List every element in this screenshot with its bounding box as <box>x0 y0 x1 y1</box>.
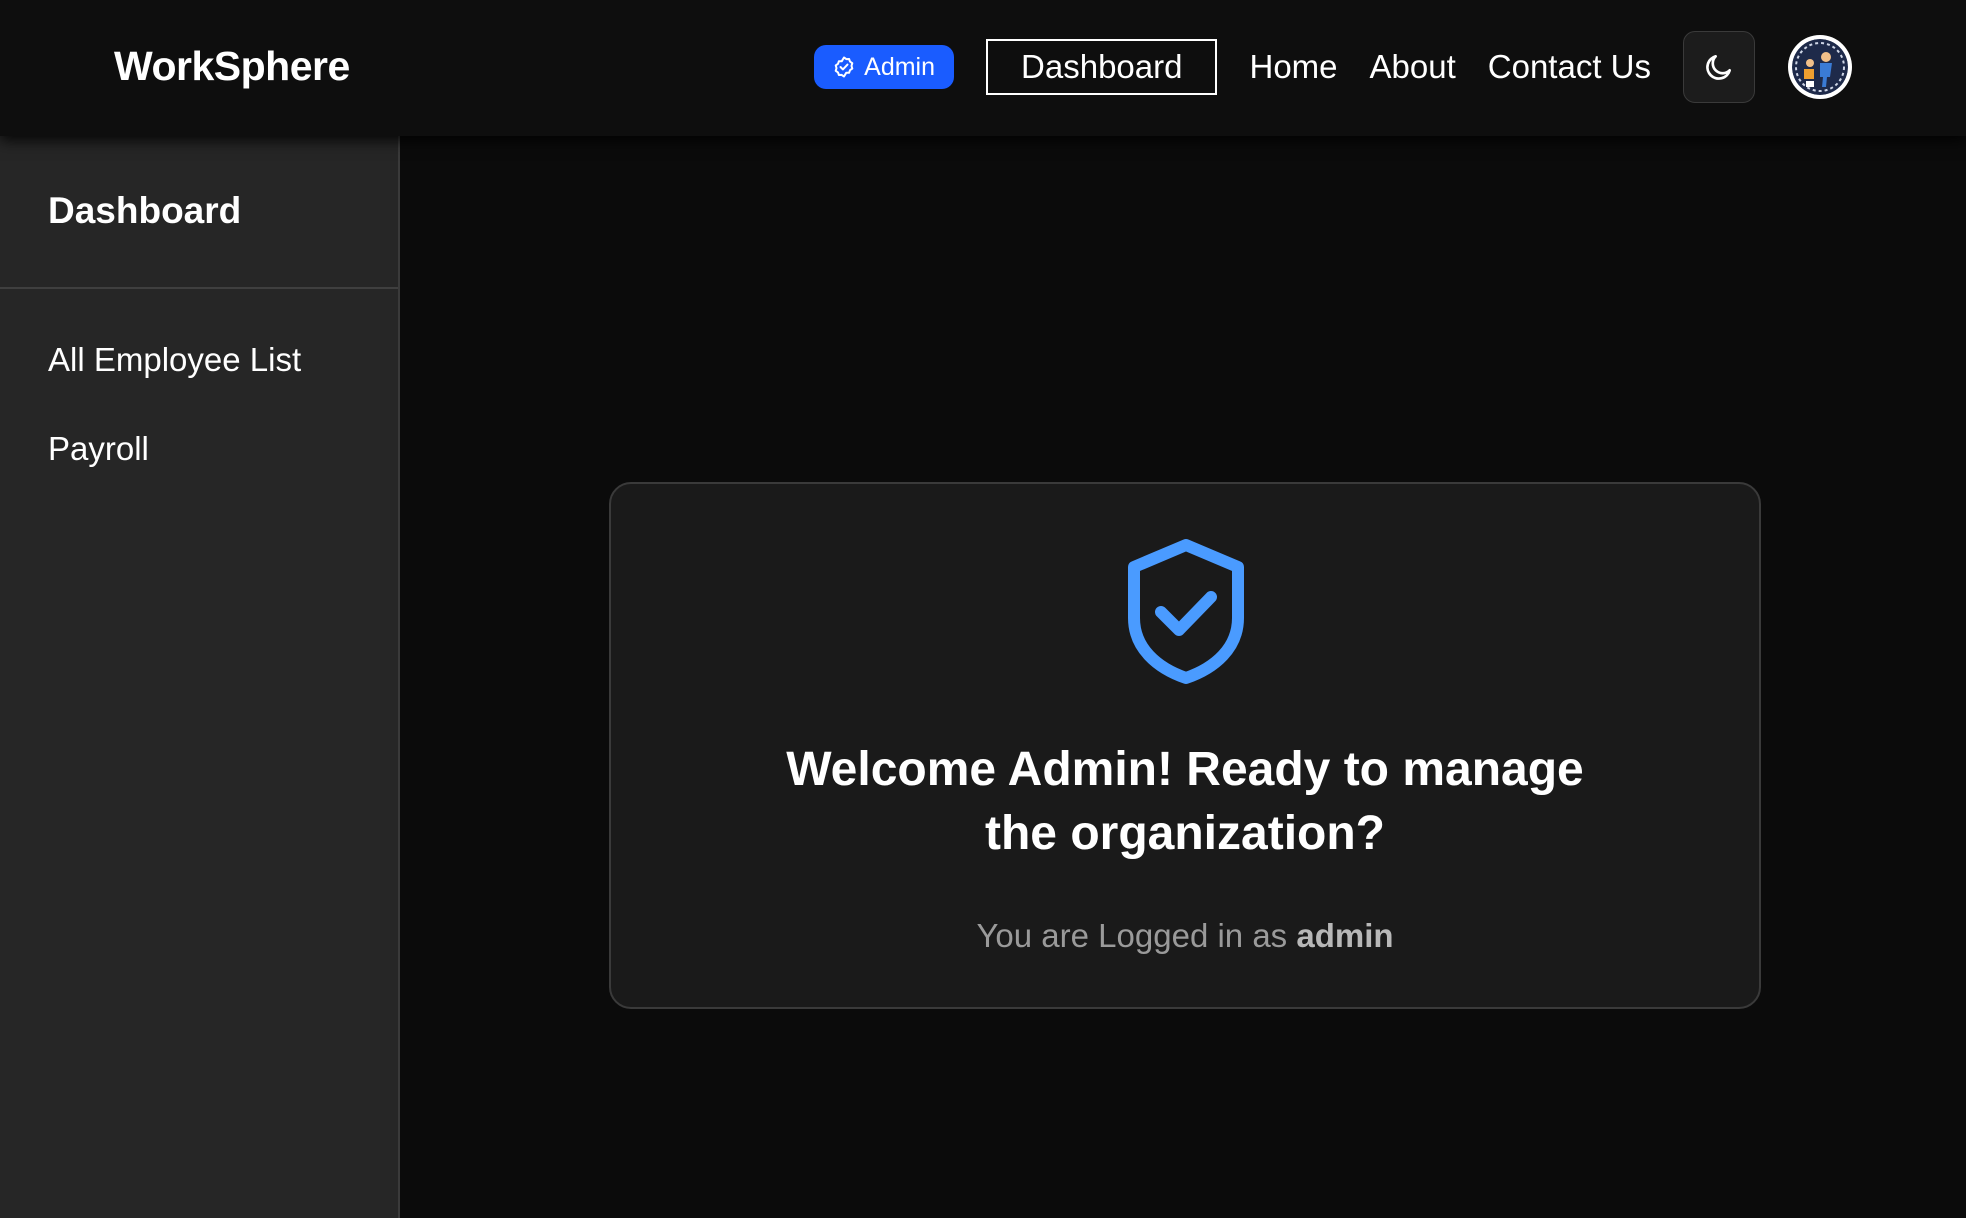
welcome-heading: Welcome Admin! Ready to manage the organ… <box>786 743 1584 860</box>
brand-logo[interactable]: WorkSphere <box>114 43 350 90</box>
shield-check-icon <box>1123 536 1249 686</box>
login-status: You are Logged in as admin <box>611 917 1759 955</box>
login-status-prefix: You are Logged in as <box>976 917 1288 954</box>
nav-link-about[interactable]: About <box>1370 48 1456 86</box>
theme-toggle-button[interactable] <box>1683 31 1755 103</box>
logged-in-username: admin <box>1296 917 1394 954</box>
nav-link-contact-us[interactable]: Contact Us <box>1488 48 1651 86</box>
nav-link-home[interactable]: Home <box>1249 48 1337 86</box>
sidebar-item-payroll[interactable]: Payroll <box>0 430 398 468</box>
top-navbar: WorkSphere Admin Dashboard Home About Co… <box>0 0 1966 136</box>
moon-icon <box>1706 55 1731 80</box>
verified-check-icon <box>834 56 854 78</box>
nav-link-dashboard[interactable]: Dashboard <box>986 39 1218 95</box>
welcome-card: Welcome Admin! Ready to manage the organ… <box>609 482 1761 1009</box>
role-badge-label: Admin <box>864 52 936 81</box>
sidebar: Dashboard All Employee List Payroll <box>0 136 400 1218</box>
sidebar-item-all-employee-list[interactable]: All Employee List <box>0 341 398 379</box>
nav-menu: Admin Dashboard Home About Contact Us <box>814 30 1852 104</box>
user-avatar[interactable] <box>1788 35 1852 99</box>
role-badge: Admin <box>814 45 955 89</box>
avatar-image-icon <box>1792 39 1848 95</box>
main-content: Welcome Admin! Ready to manage the organ… <box>400 136 1966 1218</box>
sidebar-title: Dashboard <box>0 136 398 289</box>
